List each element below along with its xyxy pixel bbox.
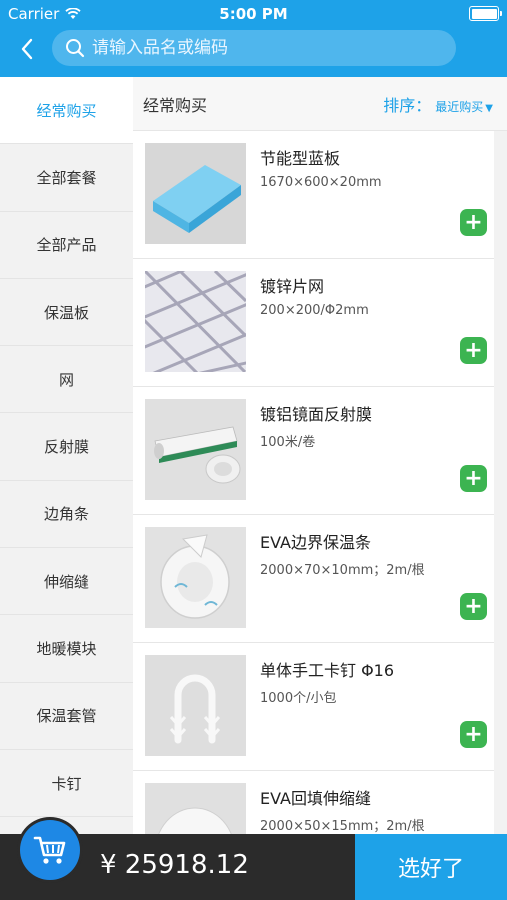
chevron-left-icon xyxy=(21,38,33,60)
product-spec: 2000×50×15mm；2m/根 xyxy=(260,819,425,834)
back-button[interactable] xyxy=(12,34,42,64)
product-name: 镀锌片网 xyxy=(260,277,325,296)
header: Carrier 5:00 PM xyxy=(0,0,507,77)
sidebar-item-heating-module[interactable]: 地暖模块 xyxy=(0,615,133,683)
product-spec: 1000个/小包 xyxy=(260,691,337,706)
category-sidebar: 经常购买 全部套餐 全部产品 保温板 网 反射膜 边角条 伸缩缝 地暖模块 保温… xyxy=(0,77,133,900)
wire-mesh-image xyxy=(145,271,246,372)
search-bar[interactable] xyxy=(52,30,456,66)
sidebar-item-edge-strip[interactable]: 边角条 xyxy=(0,481,133,549)
product-name: EVA边界保温条 xyxy=(260,533,371,552)
sidebar-item-frequent[interactable]: 经常购买 xyxy=(0,77,133,145)
product-name: 镀铝镜面反射膜 xyxy=(260,405,373,424)
search-input[interactable] xyxy=(92,38,422,58)
blue-board-image xyxy=(145,143,246,244)
staple-image xyxy=(145,655,246,756)
clock: 5:00 PM xyxy=(219,5,288,23)
product-spec: 1670×600×20mm xyxy=(260,175,382,190)
sidebar-item-reflective-film[interactable]: 反射膜 xyxy=(0,413,133,481)
add-to-cart-button[interactable]: + xyxy=(460,593,487,620)
section-title: 经常购买 xyxy=(143,95,208,115)
product-spec: 200×200/Φ2mm xyxy=(260,303,369,318)
sort-dropdown[interactable]: 排序： 最近购买 ▼ xyxy=(383,92,493,116)
sort-value: 最近购买 xyxy=(435,99,484,114)
reflective-film-image xyxy=(145,399,246,500)
search-icon xyxy=(64,37,86,59)
sidebar-item-all-products[interactable]: 全部产品 xyxy=(0,212,133,279)
sidebar-item-staple[interactable]: 卡钉 xyxy=(0,750,133,818)
product-item[interactable]: 镀锌片网 200×200/Φ2mm + xyxy=(133,259,494,387)
sidebar-item-expansion-joint[interactable]: 伸缩缝 xyxy=(0,548,133,616)
battery-icon xyxy=(469,6,502,21)
product-item[interactable]: 节能型蓝板 1670×600×20mm + xyxy=(133,131,494,259)
product-name: 节能型蓝板 xyxy=(260,149,341,168)
add-to-cart-button[interactable]: + xyxy=(460,209,487,236)
product-spec: 2000×70×10mm；2m/根 xyxy=(260,563,425,578)
product-item[interactable]: EVA边界保温条 2000×70×10mm；2m/根 + xyxy=(133,515,494,643)
done-button[interactable]: 选好了 xyxy=(355,834,507,900)
cart-total: ¥ 25918.12 xyxy=(100,850,249,880)
list-header: 经常购买 排序： 最近购买 ▼ xyxy=(133,77,507,131)
product-name: 单体手工卡钉 Φ16 xyxy=(260,661,395,680)
sidebar-item-mesh[interactable]: 网 xyxy=(0,346,133,414)
product-name: EVA回填伸缩缝 xyxy=(260,789,371,808)
product-item[interactable]: 镀铝镜面反射膜 100米/卷 + xyxy=(133,387,494,515)
sidebar-item-insulation-sleeve[interactable]: 保温套管 xyxy=(0,683,133,750)
add-to-cart-button[interactable]: + xyxy=(460,337,487,364)
status-bar: Carrier 5:00 PM xyxy=(0,0,507,28)
caret-down-icon: ▼ xyxy=(485,102,493,114)
product-panel: 经常购买 排序： 最近购买 ▼ 节能型蓝板 1670×600×20mm + 镀锌… xyxy=(133,77,507,900)
cart-icon xyxy=(33,836,66,864)
eva-strip-image xyxy=(145,527,246,628)
add-to-cart-button[interactable]: + xyxy=(460,721,487,748)
product-spec: 100米/卷 xyxy=(260,435,316,450)
app-root: Carrier 5:00 PM 请输入品名或编码 经常购买 全部套餐 全部产品 … xyxy=(0,0,507,900)
product-list: 节能型蓝板 1670×600×20mm + 镀锌片网 200×200/Φ2mm … xyxy=(133,131,494,899)
sort-label: 排序： xyxy=(383,95,432,115)
sidebar-item-insulation-board[interactable]: 保温板 xyxy=(0,279,133,347)
product-item[interactable]: 单体手工卡钉 Φ16 1000个/小包 + xyxy=(133,643,494,771)
cart-button[interactable] xyxy=(20,820,80,880)
sidebar-item-all-packages[interactable]: 全部套餐 xyxy=(0,144,133,212)
add-to-cart-button[interactable]: + xyxy=(460,465,487,492)
